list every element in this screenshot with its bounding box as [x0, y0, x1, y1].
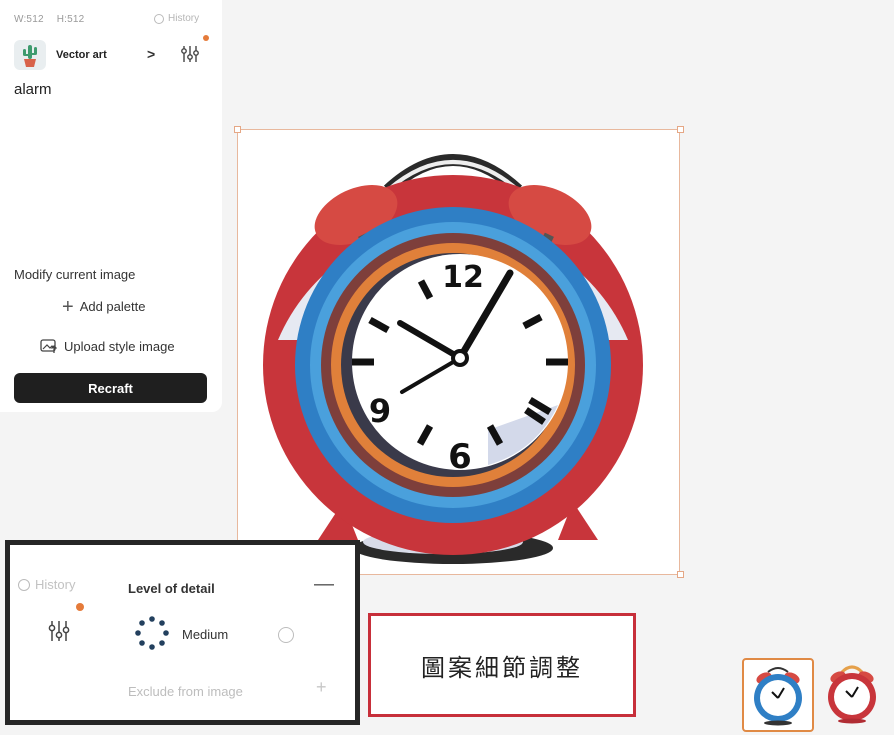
detail-dial-icon: [135, 616, 169, 650]
resize-handle-bottom-right[interactable]: [677, 571, 684, 578]
cactus-icon: [23, 45, 37, 67]
clock-number-9: 9: [369, 392, 391, 430]
history-thumbnail[interactable]: [818, 658, 886, 728]
chevron-right-icon[interactable]: >: [147, 46, 155, 62]
height-label: H:512: [56, 14, 85, 25]
style-name: Vector art: [56, 49, 107, 61]
resize-handle-top-right[interactable]: [677, 126, 684, 133]
sliders-icon[interactable]: [46, 617, 72, 645]
minus-icon[interactable]: —: [314, 573, 334, 596]
style-thumbnail: [14, 40, 46, 70]
image-upload-icon: [40, 339, 57, 353]
level-of-detail-inset: History Level of detail — Medium Exclude…: [5, 540, 360, 725]
add-palette-label: Add palette: [79, 299, 146, 314]
plus-icon: +: [62, 295, 74, 318]
alarm-clock-thumbnail: [828, 665, 876, 724]
annotation-box: 圖案細節調整: [368, 613, 636, 717]
modify-current-image-label: Modify current image: [14, 267, 136, 282]
plus-icon[interactable]: +: [316, 677, 327, 698]
resize-handle-top-left[interactable]: [234, 126, 241, 133]
alarm-clock-thumbnail: [754, 667, 802, 726]
notification-dot: [76, 603, 84, 611]
history-thumbnail-selected[interactable]: [742, 658, 814, 732]
upload-style-image-label: Upload style image: [64, 338, 175, 354]
history-label: History: [168, 13, 200, 24]
image-dimensions: W:512 H:512: [14, 14, 94, 25]
add-palette-button[interactable]: + Add palette: [62, 295, 146, 318]
recraft-button[interactable]: Recraft: [14, 373, 207, 403]
clock-icon: [154, 13, 164, 24]
history-button[interactable]: History: [154, 13, 199, 24]
sliders-icon[interactable]: [179, 42, 201, 66]
notification-dot: [203, 35, 209, 41]
level-radio[interactable]: [278, 627, 294, 643]
settings-panel: W:512 H:512 History Vector art > alarm M…: [0, 0, 222, 412]
style-selector[interactable]: Vector art >: [14, 35, 210, 72]
level-of-detail-label: Level of detail: [128, 581, 215, 596]
alarm-clock-image: 12 9 6: [263, 154, 643, 564]
level-of-detail-value: Medium: [182, 627, 229, 642]
upload-style-image-button[interactable]: Upload style image: [40, 338, 175, 354]
prompt-text[interactable]: alarm: [14, 81, 52, 98]
inset-history-button[interactable]: History: [18, 577, 75, 592]
clock-number-12: 12: [442, 260, 484, 295]
annotation-text: 圖案細節調整: [421, 653, 583, 682]
canvas-image-selection[interactable]: 12 9 6: [237, 129, 680, 575]
clock-icon: [18, 578, 30, 591]
clock-number-6: 6: [448, 437, 472, 477]
inset-history-label: History: [35, 577, 76, 592]
width-label: W:512: [14, 14, 44, 25]
exclude-from-image-field[interactable]: Exclude from image: [128, 684, 243, 699]
